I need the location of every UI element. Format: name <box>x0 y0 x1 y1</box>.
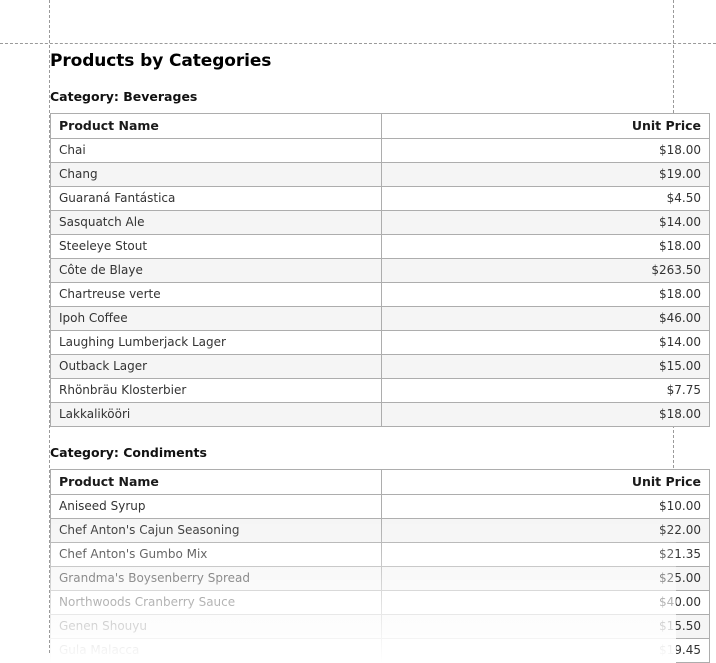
cell-product-name: Aniseed Syrup <box>50 494 382 519</box>
table-row: Grandma's Boysenberry Spread $25.00 <box>50 566 710 591</box>
cell-unit-price: $46.00 <box>381 306 710 331</box>
cell-product-name: Sasquatch Ale <box>50 210 382 235</box>
cell-unit-price: $14.00 <box>381 210 710 235</box>
cell-product-name: Northwoods Cranberry Sauce <box>50 590 382 615</box>
cell-unit-price: $40.00 <box>381 590 710 615</box>
cell-unit-price: $18.00 <box>381 402 710 427</box>
category-section: Category: Beverages Product Name Unit Pric… <box>50 71 710 427</box>
table-row: Gula Malacca $19.45 <box>50 638 710 663</box>
cell-product-name: Lakkalikööri <box>50 402 382 427</box>
table-header-row: Product Name Unit Price <box>50 469 710 495</box>
table-row: Chartreuse verte $18.00 <box>50 282 710 307</box>
cell-unit-price: $19.00 <box>381 162 710 187</box>
table-row: Chef Anton's Gumbo Mix $21.35 <box>50 542 710 567</box>
cell-product-name: Côte de Blaye <box>50 258 382 283</box>
table-row: Côte de Blaye $263.50 <box>50 258 710 283</box>
cell-unit-price: $14.00 <box>381 330 710 355</box>
table-row: Lakkalikööri $18.00 <box>50 402 710 427</box>
cell-product-name: Gula Malacca <box>50 638 382 663</box>
cell-unit-price: $18.00 <box>381 282 710 307</box>
cell-product-name: Rhönbräu Klosterbier <box>50 378 382 403</box>
cell-product-name: Chang <box>50 162 382 187</box>
cell-unit-price: $18.00 <box>381 138 710 163</box>
table-row: Ipoh Coffee $46.00 <box>50 306 710 331</box>
cell-product-name: Grandma's Boysenberry Spread <box>50 566 382 591</box>
table-row: Northwoods Cranberry Sauce $40.00 <box>50 590 710 615</box>
table-row: Aniseed Syrup $10.00 <box>50 494 710 519</box>
table-row: Genen Shouyu $15.50 <box>50 614 710 639</box>
cell-product-name: Genen Shouyu <box>50 614 382 639</box>
column-header-unit-price: Unit Price <box>381 113 710 139</box>
column-header-unit-price: Unit Price <box>381 469 710 495</box>
cell-unit-price: $18.00 <box>381 234 710 259</box>
table-row: Laughing Lumberjack Lager $14.00 <box>50 330 710 355</box>
cell-unit-price: $4.50 <box>381 186 710 211</box>
category-sections: Category: Beverages Product Name Unit Pric… <box>50 71 710 663</box>
table-row: Sasquatch Ale $14.00 <box>50 210 710 235</box>
products-table: Product Name Unit Price Chai $18.00 Chang $19… <box>50 113 710 427</box>
products-table: Product Name Unit Price Aniseed Syrup $10.0… <box>50 469 710 663</box>
cell-unit-price: $10.00 <box>381 494 710 519</box>
cell-product-name: Steeleye Stout <box>50 234 382 259</box>
cell-product-name: Chef Anton's Gumbo Mix <box>50 542 382 567</box>
page-title: Products by Categories <box>50 51 272 71</box>
column-header-product-name: Product Name <box>50 469 382 495</box>
category-section: Category: Condiments Product Name Unit Pri… <box>50 427 710 663</box>
cell-product-name: Laughing Lumberjack Lager <box>50 330 382 355</box>
cell-product-name: Chartreuse verte <box>50 282 382 307</box>
cell-unit-price: $22.00 <box>381 518 710 543</box>
table-row: Chef Anton's Cajun Seasoning $22.00 <box>50 518 710 543</box>
table-row: Chang $19.00 <box>50 162 710 187</box>
cell-product-name: Outback Lager <box>50 354 382 379</box>
category-heading: Category: Beverages <box>50 89 198 104</box>
cell-product-name: Chai <box>50 138 382 163</box>
table-row: Rhönbräu Klosterbier $7.75 <box>50 378 710 403</box>
table-header-row: Product Name Unit Price <box>50 113 710 139</box>
table-row: Steeleye Stout $18.00 <box>50 234 710 259</box>
cell-product-name: Ipoh Coffee <box>50 306 382 331</box>
cell-unit-price: $21.35 <box>381 542 710 567</box>
cell-product-name: Chef Anton's Cajun Seasoning <box>50 518 382 543</box>
cell-unit-price: $25.00 <box>381 566 710 591</box>
column-header-product-name: Product Name <box>50 113 382 139</box>
cell-unit-price: $15.00 <box>381 354 710 379</box>
cell-unit-price: $263.50 <box>381 258 710 283</box>
table-row: Chai $18.00 <box>50 138 710 163</box>
cell-unit-price: $7.75 <box>381 378 710 403</box>
report-body: Products by Categories Category: Beverag… <box>50 43 710 663</box>
table-row: Guaraná Fantástica $4.50 <box>50 186 710 211</box>
category-heading: Category: Condiments <box>50 445 207 460</box>
table-row: Outback Lager $15.00 <box>50 354 710 379</box>
cell-unit-price: $15.50 <box>381 614 710 639</box>
cell-unit-price: $19.45 <box>381 638 710 663</box>
cell-product-name: Guaraná Fantástica <box>50 186 382 211</box>
